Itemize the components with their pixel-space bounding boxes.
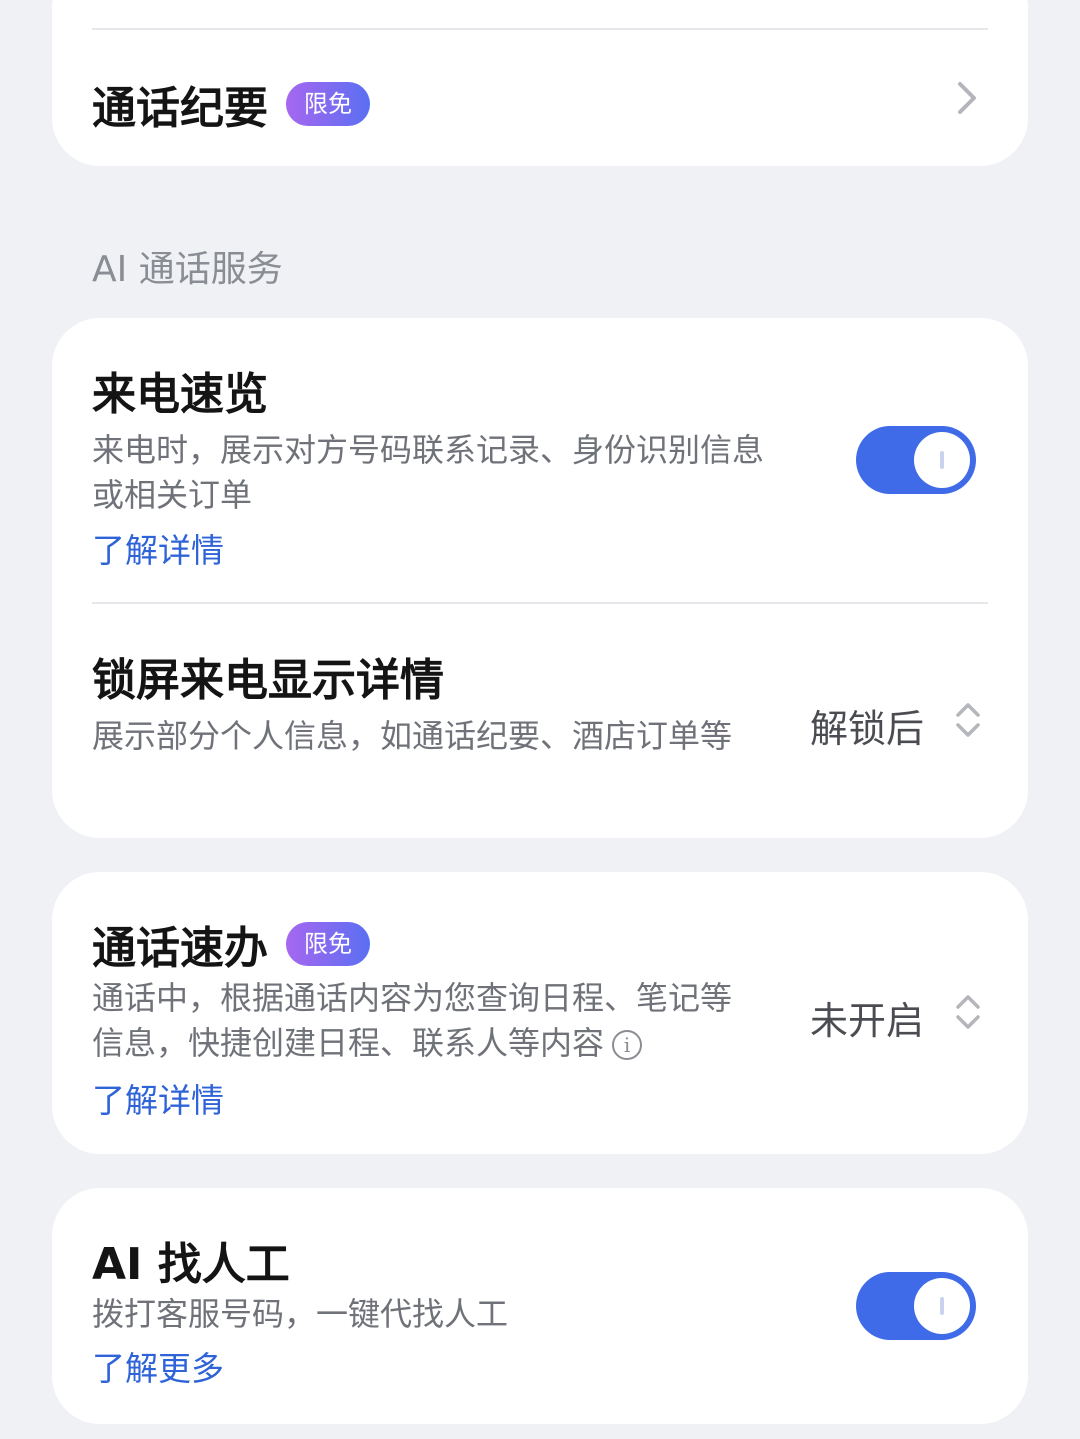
call-quick-action-value[interactable]: 未开启 bbox=[810, 990, 924, 1045]
call-quick-action-title: 通话速办 bbox=[92, 923, 268, 974]
ai-find-human-description: 拨打客服号码，一键代找人工 bbox=[92, 1295, 509, 1333]
toggle-knob bbox=[914, 432, 970, 488]
incoming-preview-toggle[interactable] bbox=[856, 426, 976, 494]
divider bbox=[92, 28, 988, 30]
incoming-preview-description: 来电时，展示对方号码联系记录、身份识别信息或相关订单 bbox=[92, 431, 765, 514]
chevron-right-icon[interactable] bbox=[948, 76, 984, 120]
lockscreen-details-title: 锁屏来电显示详情 bbox=[92, 655, 444, 706]
call-summary-title: 通话纪要 bbox=[92, 83, 268, 134]
call-summary-row[interactable]: 通话纪要 限免 bbox=[92, 72, 370, 136]
toggle-knob bbox=[914, 1278, 970, 1334]
incoming-preview-learn-more-link[interactable]: 了解详情 bbox=[92, 524, 224, 572]
call-quick-action-learn-more-link[interactable]: 了解详情 bbox=[92, 1074, 224, 1122]
ai-call-services-card: 来电速览 来电时，展示对方号码联系记录、身份识别信息或相关订单 了解详情 锁屏来… bbox=[52, 318, 1028, 838]
ai-find-human-toggle[interactable] bbox=[856, 1272, 976, 1340]
incoming-preview-title: 来电速览 bbox=[92, 369, 268, 420]
up-down-chevron-icon[interactable] bbox=[952, 698, 984, 742]
lockscreen-details-description: 展示部分个人信息，如通话纪要、酒店订单等 bbox=[92, 717, 733, 755]
call-summary-card: 通话纪要 限免 bbox=[52, 0, 1028, 166]
call-quick-action-card: 通话速办 限免 通话中，根据通话内容为您查询日程、笔记等信息，快捷创建日程、联系… bbox=[52, 872, 1028, 1154]
info-icon[interactable]: i bbox=[612, 1030, 643, 1060]
up-down-chevron-icon[interactable] bbox=[952, 990, 984, 1034]
lockscreen-details-value[interactable]: 解锁后 bbox=[810, 698, 924, 753]
section-label: AI 通话服务 bbox=[92, 249, 283, 290]
ai-find-human-learn-more-link[interactable]: 了解更多 bbox=[92, 1342, 224, 1390]
ai-find-human-card: AI 找人工 拨打客服号码，一键代找人工 了解更多 bbox=[52, 1188, 1028, 1424]
free-badge: 限免 bbox=[286, 82, 370, 126]
call-quick-action-description: 通话中，根据通话内容为您查询日程、笔记等信息，快捷创建日程、联系人等内容 i bbox=[92, 979, 733, 1062]
divider bbox=[92, 602, 988, 604]
ai-find-human-title: AI 找人工 bbox=[92, 1239, 290, 1290]
call-quick-action-title-row: 通话速办 限免 bbox=[92, 912, 370, 976]
free-badge: 限免 bbox=[286, 922, 370, 966]
